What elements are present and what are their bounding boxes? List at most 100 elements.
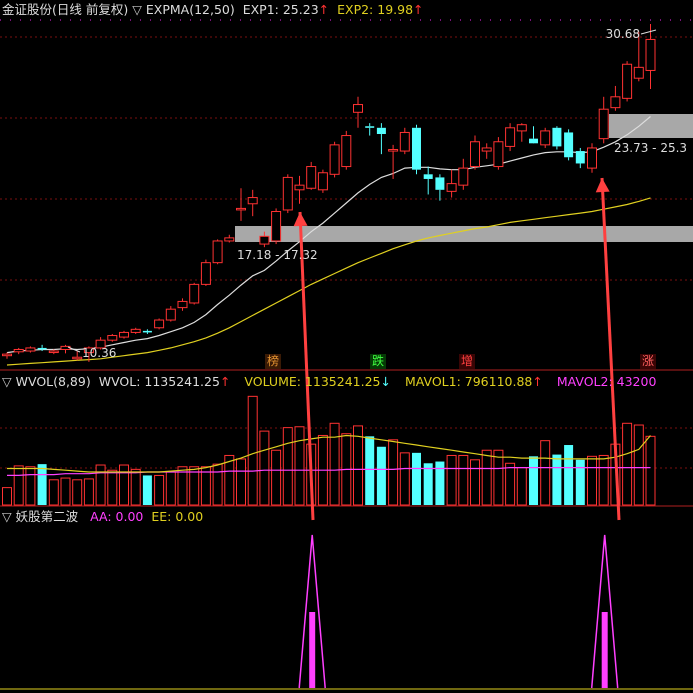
candle-body (610, 96, 621, 109)
signal-dropdown-icon[interactable]: ▽ (2, 509, 12, 524)
candle-body (412, 127, 421, 170)
volume-bar (2, 487, 12, 506)
volume-bar (516, 467, 527, 506)
aa-value: AA: 0.00 (90, 509, 144, 524)
main-indicator-name[interactable]: EXPMA(12,50) (146, 2, 235, 17)
candle-body (236, 207, 246, 211)
volume-bar (72, 479, 83, 506)
main-panel-header: 金证股份(日线 前复权) ▽ EXPMA(12,50) EXP1: 25.23↑ E… (2, 2, 428, 18)
wvol-value: WVOL: 1135241.25 (98, 374, 220, 389)
volume-bar (645, 435, 656, 506)
candle-body (458, 167, 469, 186)
candle-body (540, 130, 551, 146)
volume-bar (247, 395, 258, 506)
candle-body (306, 166, 317, 189)
indicator-dropdown-icon[interactable]: ▽ (132, 2, 142, 17)
volume-bar (587, 455, 597, 506)
candle-body (271, 211, 282, 242)
candle-body (48, 350, 59, 354)
volume-bar (564, 445, 574, 505)
mavol2-value: MAVOL2: 43200 (556, 374, 657, 389)
volume-bar (481, 449, 492, 506)
event-tag-zeng[interactable]: 增 (459, 354, 476, 369)
signal-arrow-head (293, 212, 308, 227)
volume-bar (154, 474, 165, 506)
band-high-label: 23.73 - 25.3 (614, 141, 687, 155)
support-band-high (609, 114, 693, 138)
candle-body (564, 132, 574, 158)
exp1-up-arrow-icon: ↑ (318, 2, 330, 17)
volume-bar (575, 459, 585, 505)
volume-bar (48, 479, 59, 506)
candle-body (294, 184, 305, 191)
volume-bar (423, 463, 433, 505)
volume-bar (529, 456, 538, 505)
volume-bar (493, 449, 504, 506)
stock-name[interactable]: 金证股份(日线 前复权) (2, 2, 128, 17)
volume-panel-header: ▽ WVOL(8,89) WVOL: 1135241.25 ↑ VOLUME: 11… (2, 374, 660, 390)
volume-bar (13, 465, 24, 506)
band-low-label: 17.18 - 17.32 (237, 248, 318, 262)
candle-body (399, 131, 410, 152)
volume-bar (259, 430, 270, 506)
candle-body (446, 183, 457, 192)
candle-body (72, 356, 83, 360)
candle-body (107, 335, 118, 341)
candle-body (516, 124, 527, 132)
event-tag-zhang[interactable]: 涨 (640, 354, 657, 369)
volume-bar (212, 463, 223, 506)
candle-body (388, 149, 399, 152)
candle-body (645, 38, 656, 71)
candle-body (37, 347, 47, 350)
volume-bar (446, 454, 457, 506)
volume-bar (598, 454, 609, 506)
volume-bar (470, 459, 480, 506)
ee-value: EE: 0.00 (151, 509, 204, 524)
candle-body (189, 283, 200, 304)
volume-value: VOLUME: 1135241.25 (244, 374, 381, 389)
candle-body (622, 63, 633, 99)
volume-bar (540, 440, 551, 506)
vol-dropdown-icon[interactable]: ▽ (2, 374, 12, 389)
candle-body (212, 240, 223, 264)
candle-body (177, 300, 188, 309)
candle-body (165, 308, 176, 321)
volume-bar (458, 454, 469, 506)
volume-bar (83, 478, 94, 506)
volume-bar (95, 464, 106, 506)
candle-body (493, 141, 504, 168)
candle-body (259, 235, 270, 245)
volume-bar (282, 427, 293, 506)
volume-bar (388, 439, 399, 506)
volume-bar (142, 475, 152, 505)
chart-canvas: 30.68 10.36 17.18 - 17.32 23.73 - 25.3 (0, 19, 693, 690)
price-high-label: 30.68 (606, 27, 640, 41)
candle-body (481, 147, 492, 152)
candle-body (552, 127, 562, 147)
candle-body (575, 151, 585, 164)
volume-bar (329, 422, 340, 506)
price-low-label: 10.36 (82, 346, 116, 360)
candle-body (470, 141, 480, 168)
volume-bar (25, 466, 36, 506)
volume-bar (365, 436, 375, 505)
event-tag-bang[interactable]: 榜 (265, 354, 282, 369)
volume-bar (505, 462, 516, 506)
signal-indicator-name[interactable]: 妖股第二波 (16, 509, 79, 524)
volume-bar (271, 449, 282, 506)
volume-bar (399, 452, 410, 506)
vol-indicator-name[interactable]: WVOL(8,89) (16, 374, 91, 389)
candle-body (529, 138, 538, 144)
candle-body (365, 126, 375, 128)
mavol1-up-arrow-icon: ↑ (532, 374, 543, 389)
event-tag-die[interactable]: 跌 (370, 354, 387, 369)
volume-bar (622, 422, 633, 506)
candle-body (376, 127, 386, 135)
exp2-up-arrow-icon: ↑ (413, 2, 424, 17)
volume-bar (37, 464, 47, 505)
candle-body (130, 328, 141, 333)
candle-body (341, 135, 352, 168)
volume-bar (119, 464, 129, 506)
volume-bar (294, 426, 305, 506)
volume-down-arrow-icon: ↓ (380, 374, 391, 389)
